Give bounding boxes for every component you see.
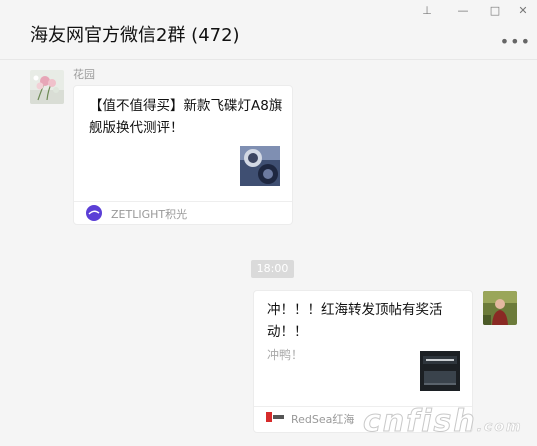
- card-source: ZETLIGHT积光: [111, 208, 188, 221]
- product-image-icon: [240, 146, 280, 186]
- close-icon[interactable]: ✕: [516, 4, 530, 18]
- chat-header: 海友网官方微信2群 (472) ⊥ — □ ✕ •••: [0, 0, 537, 60]
- minimize-icon[interactable]: —: [456, 4, 470, 18]
- card-title: 【值不值得买】新款飞碟灯A8旗舰版换代测评！: [89, 98, 283, 136]
- pin-icon[interactable]: ⊥: [420, 4, 434, 18]
- sender-name: 花园: [73, 68, 95, 81]
- person-avatar-icon: [483, 291, 517, 325]
- link-card[interactable]: 【值不值得买】新款飞碟灯A8旗舰版换代测评！ ZETLIGHT积光: [73, 85, 293, 225]
- flower-avatar-icon: [30, 70, 64, 104]
- card-title: 冲！！！红海转发顶帖有奖活动！！: [267, 302, 443, 340]
- maximize-icon[interactable]: □: [488, 4, 502, 18]
- card-thumbnail: [420, 351, 460, 391]
- zetlight-logo-icon: [86, 205, 102, 221]
- promo-image-icon: [420, 351, 460, 391]
- redsea-logo-icon: [266, 412, 284, 422]
- card-description: 冲鸭！: [267, 348, 304, 362]
- card-thumbnail: [240, 146, 280, 186]
- more-options-button[interactable]: •••: [500, 32, 531, 51]
- card-source: RedSea红海: [291, 413, 355, 426]
- card-divider: [74, 201, 292, 202]
- my-avatar[interactable]: [483, 291, 517, 325]
- time-separator: 18:00: [251, 260, 294, 278]
- chat-title: 海友网官方微信2群 (472): [30, 25, 240, 46]
- watermark-logo: cnfish.com: [363, 404, 523, 440]
- avatar[interactable]: [30, 70, 64, 104]
